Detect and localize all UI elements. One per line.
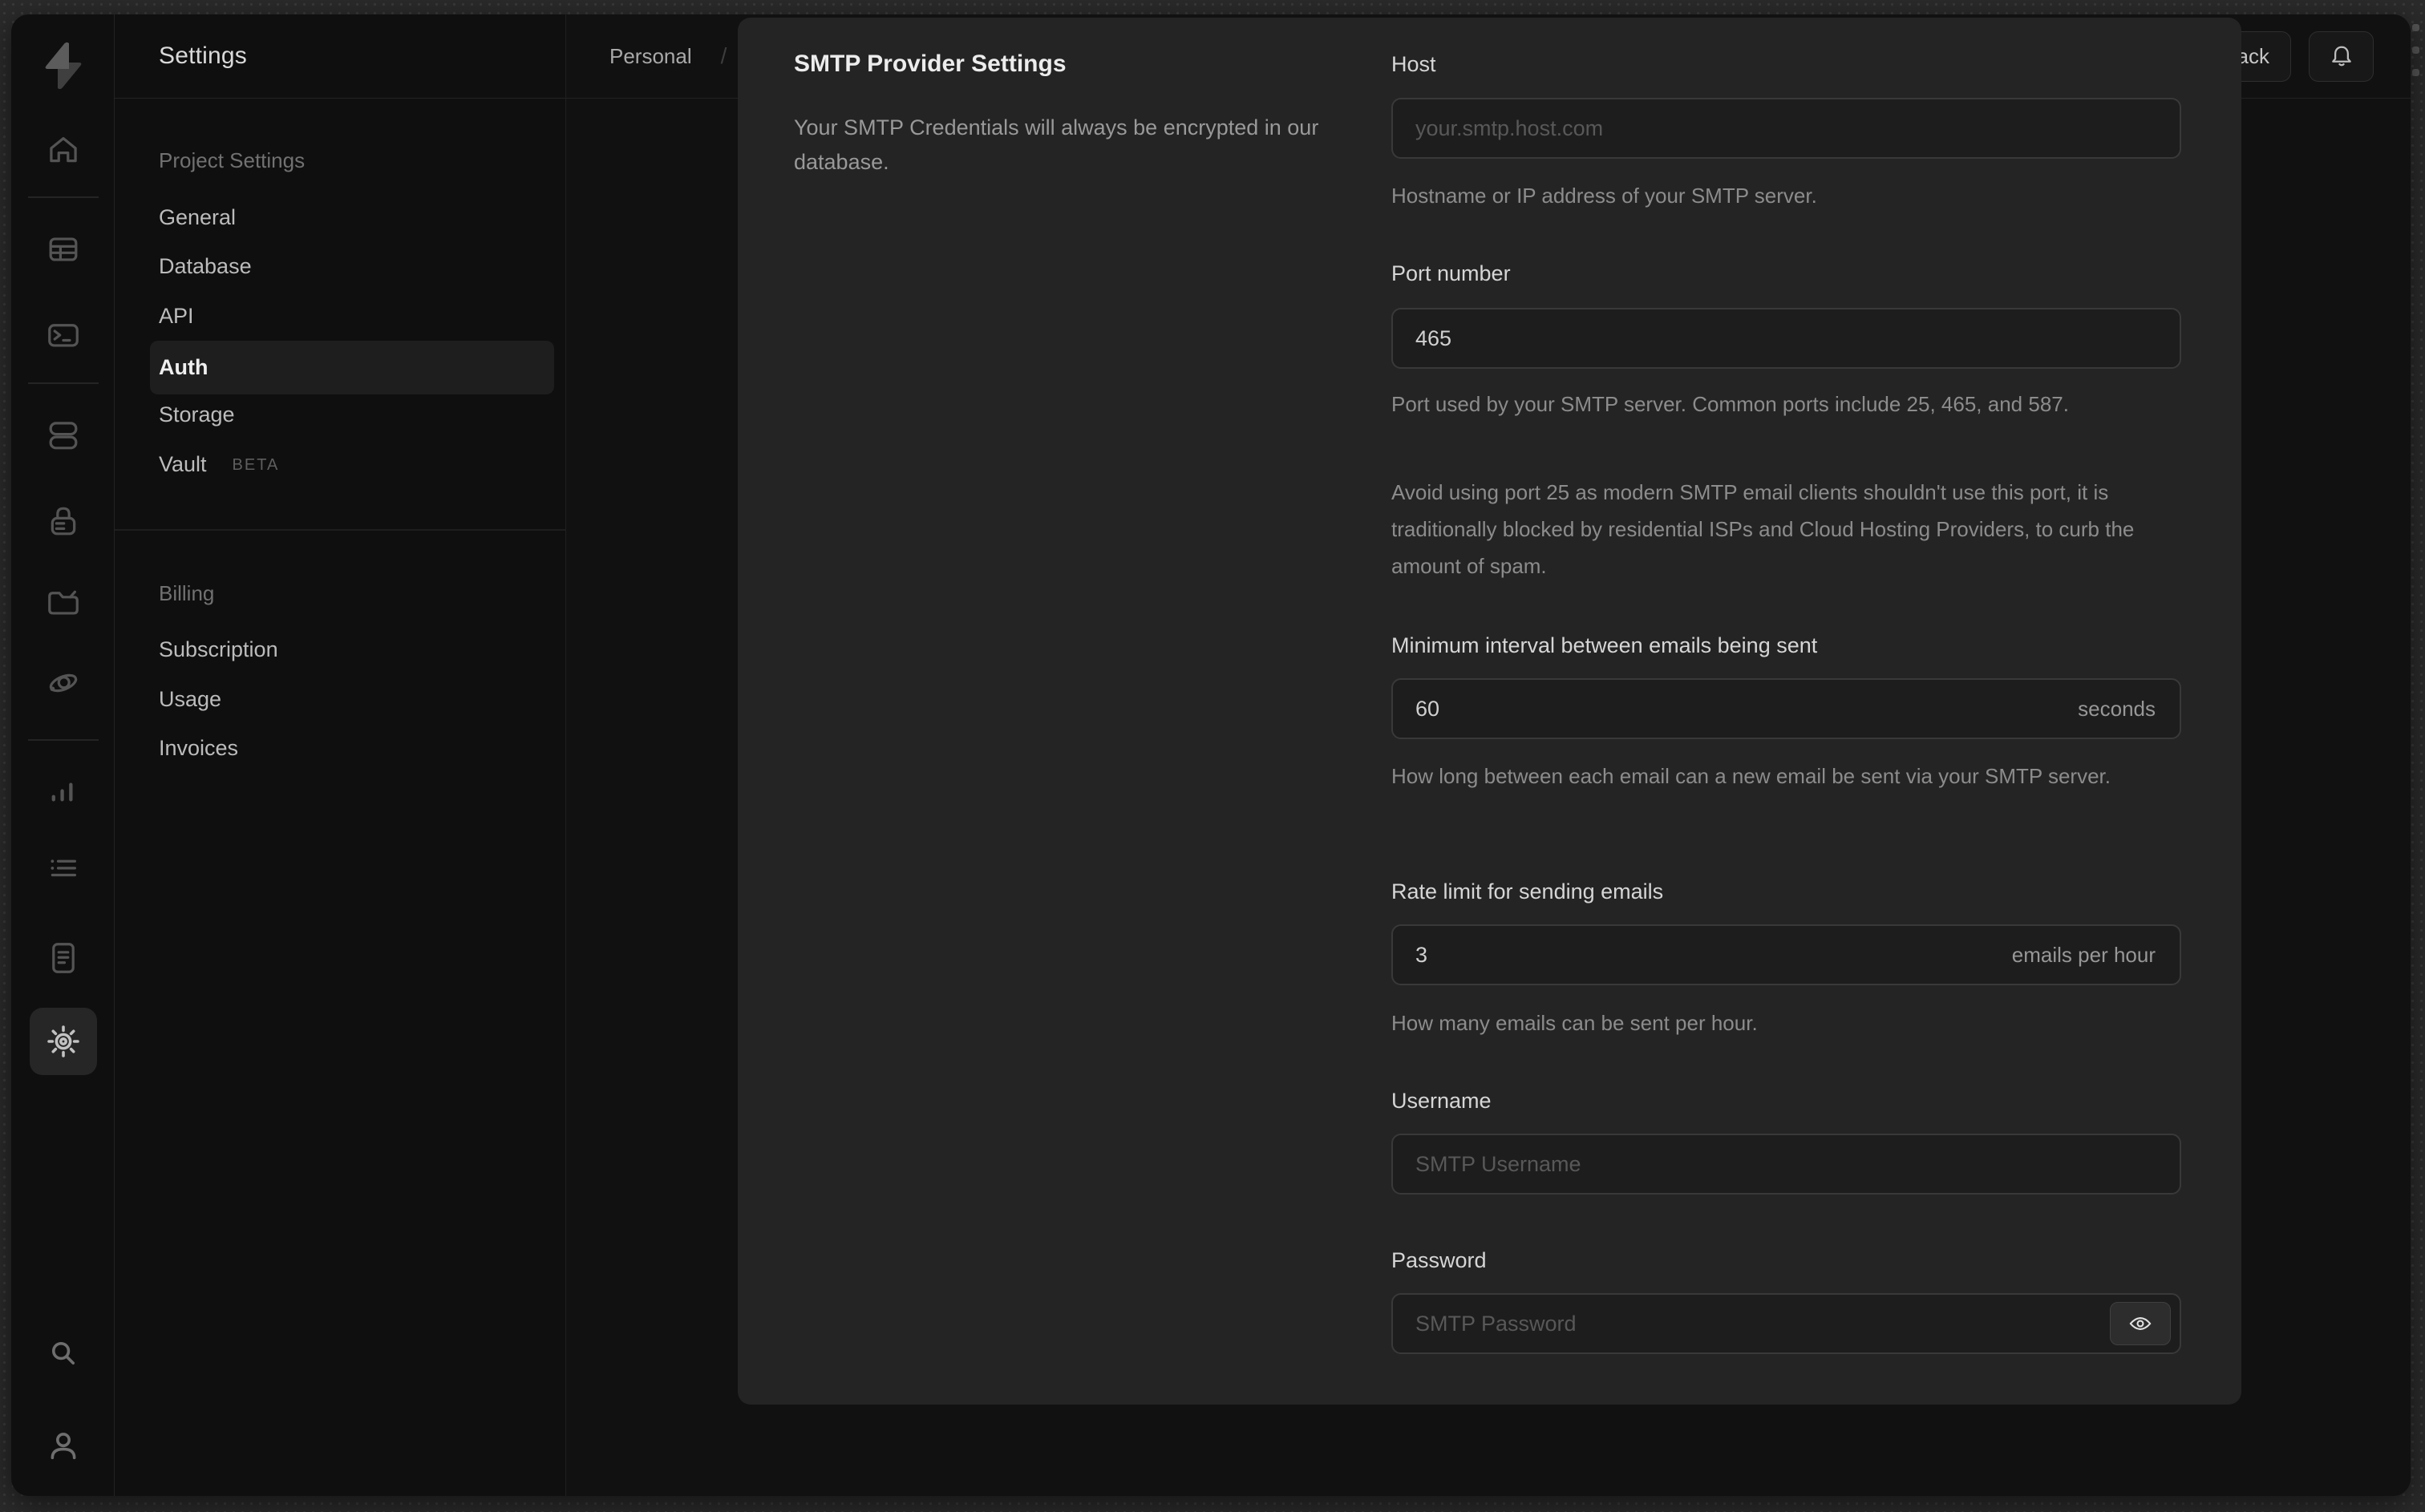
- supabase-logo-icon[interactable]: [41, 41, 86, 91]
- notifications-button[interactable]: [2309, 30, 2374, 82]
- account-icon[interactable]: [38, 1421, 89, 1472]
- icon-rail: [11, 14, 115, 1496]
- port-note: Avoid using port 25 as modern SMTP email…: [1391, 480, 2135, 578]
- username-input-wrap: [1391, 1134, 2181, 1195]
- rail-divider: [28, 382, 99, 384]
- logs-icon[interactable]: [38, 844, 89, 895]
- reveal-password-button[interactable]: [2110, 1302, 2171, 1345]
- breadcrumb-org[interactable]: Personal: [609, 44, 692, 69]
- host-helper: Hostname or IP address of your SMTP serv…: [1391, 184, 1817, 208]
- project-settings-icon[interactable]: [30, 1008, 97, 1075]
- database-icon[interactable]: [38, 410, 89, 461]
- interval-input[interactable]: [1393, 680, 2180, 738]
- sidebar-item-invoices[interactable]: Invoices: [159, 734, 238, 762]
- reports-icon[interactable]: [38, 766, 89, 818]
- panel-intro: SMTP Provider Settings Your SMTP Credent…: [794, 49, 1367, 180]
- interval-input-wrap: seconds: [1391, 678, 2181, 739]
- rate-limit-input-wrap: emails per hour: [1391, 924, 2181, 985]
- rate-limit-label: Rate limit for sending emails: [1391, 879, 1664, 904]
- smtp-settings-panel: SMTP Provider Settings Your SMTP Credent…: [738, 18, 2241, 1405]
- bell-icon: [2331, 46, 2351, 67]
- password-input-wrap: [1391, 1293, 2181, 1354]
- sidebar-divider: [115, 529, 565, 531]
- section-label-project-settings: Project Settings: [159, 148, 306, 172]
- port-helper: Port used by your SMTP server. Common po…: [1391, 392, 2069, 416]
- rail-divider: [28, 196, 99, 198]
- desktop: Settings Project Settings General Databa…: [0, 0, 2425, 1512]
- search-icon[interactable]: [38, 1328, 89, 1379]
- settings-sidebar: Settings Project Settings General Databa…: [115, 14, 566, 1496]
- host-input[interactable]: [1393, 99, 2180, 157]
- host-input-wrap: [1391, 98, 2181, 159]
- page-title: Settings: [159, 42, 247, 69]
- storage-icon[interactable]: [38, 577, 89, 629]
- sidebar-item-auth[interactable]: Auth: [150, 341, 554, 394]
- sidebar-item-usage[interactable]: Usage: [159, 685, 221, 713]
- interval-label: Minimum interval between emails being se…: [1391, 633, 1818, 657]
- sql-editor-icon[interactable]: [38, 309, 89, 361]
- rate-limit-helper: How many emails can be sent per hour.: [1391, 1011, 1758, 1035]
- sidebar-item-vault-label: Vault: [159, 452, 207, 476]
- interval-helper: How long between each email can a new em…: [1391, 764, 2111, 788]
- panel-title: SMTP Provider Settings: [794, 51, 1067, 77]
- sidebar-item-storage[interactable]: Storage: [159, 401, 235, 428]
- main-content: Personal / acme Help: [566, 14, 2411, 1496]
- sidebar-item-general[interactable]: General: [159, 204, 236, 231]
- host-label: Host: [1391, 52, 1436, 76]
- sidebar-item-vault[interactable]: Vault BETA: [159, 451, 279, 479]
- sidebar-item-subscription[interactable]: Subscription: [159, 636, 278, 663]
- breadcrumb-separator: /: [720, 43, 727, 68]
- edge-functions-icon[interactable]: [38, 657, 89, 709]
- username-input[interactable]: [1393, 1135, 2180, 1193]
- rail-divider: [28, 739, 99, 741]
- port-label: Port number: [1391, 261, 1511, 285]
- username-label: Username: [1391, 1089, 1492, 1113]
- rate-limit-input[interactable]: [1393, 926, 2180, 984]
- sidebar-header: Settings: [115, 14, 565, 99]
- sidebar-item-database[interactable]: Database: [159, 253, 252, 280]
- smtp-form: Host Hostname or IP address of your SMTP…: [1391, 18, 2181, 1405]
- home-icon[interactable]: [38, 124, 89, 176]
- scrollbar-dots[interactable]: [2412, 24, 2420, 91]
- app-window: Settings Project Settings General Databa…: [11, 14, 2411, 1496]
- authentication-icon[interactable]: [38, 495, 89, 547]
- port-input[interactable]: [1393, 309, 2180, 367]
- eye-icon: [2129, 1317, 2152, 1330]
- section-label-billing: Billing: [159, 581, 215, 605]
- port-input-wrap: [1391, 308, 2181, 369]
- beta-badge: BETA: [232, 456, 280, 474]
- sidebar-item-api[interactable]: API: [159, 302, 194, 329]
- table-editor-icon[interactable]: [38, 224, 89, 275]
- password-input[interactable]: [1393, 1295, 2180, 1352]
- docs-icon[interactable]: [38, 932, 89, 984]
- password-label: Password: [1391, 1248, 1487, 1272]
- panel-description: Your SMTP Credentials will always be enc…: [794, 115, 1319, 174]
- sidebar-item-auth-label: Auth: [159, 355, 208, 379]
